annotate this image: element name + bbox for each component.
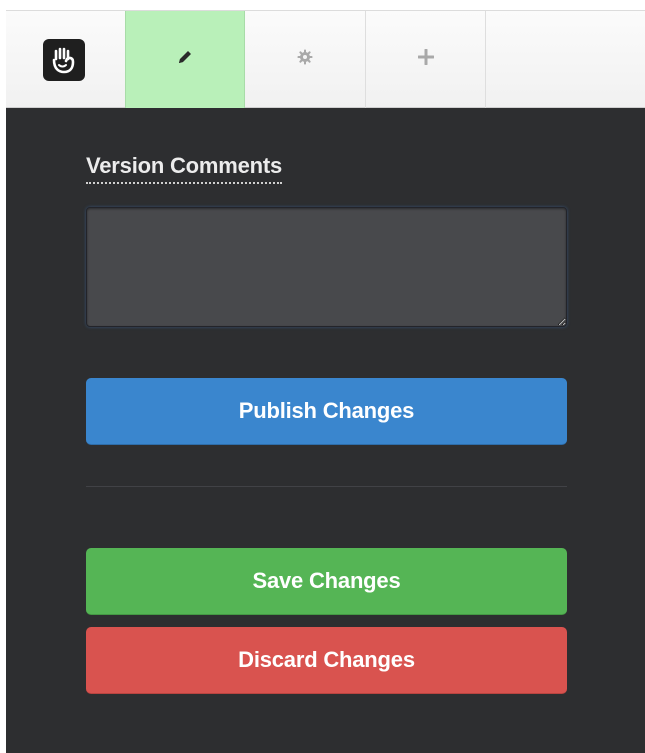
toolbar-edit-tab[interactable] [125,11,245,108]
version-comments-input[interactable] [86,207,567,327]
toolbar-add-tab[interactable] [366,11,486,108]
version-comments-label: Version Comments [86,153,282,184]
hand-logo-icon [42,38,85,81]
gear-icon [296,48,314,71]
toolbar-logo[interactable] [6,11,125,108]
discard-changes-button[interactable]: Discard Changes [86,627,567,694]
save-changes-button[interactable]: Save Changes [86,548,567,615]
plus-icon [417,48,435,71]
toolbar-settings-tab[interactable] [245,11,366,108]
top-toolbar [6,10,645,108]
check-in-panel: Version Comments Publish Changes Save Ch… [6,108,645,753]
publish-changes-button[interactable]: Publish Changes [86,378,567,445]
divider [86,486,567,487]
pencil-icon [176,48,194,71]
app-window: Version Comments Publish Changes Save Ch… [0,0,645,753]
